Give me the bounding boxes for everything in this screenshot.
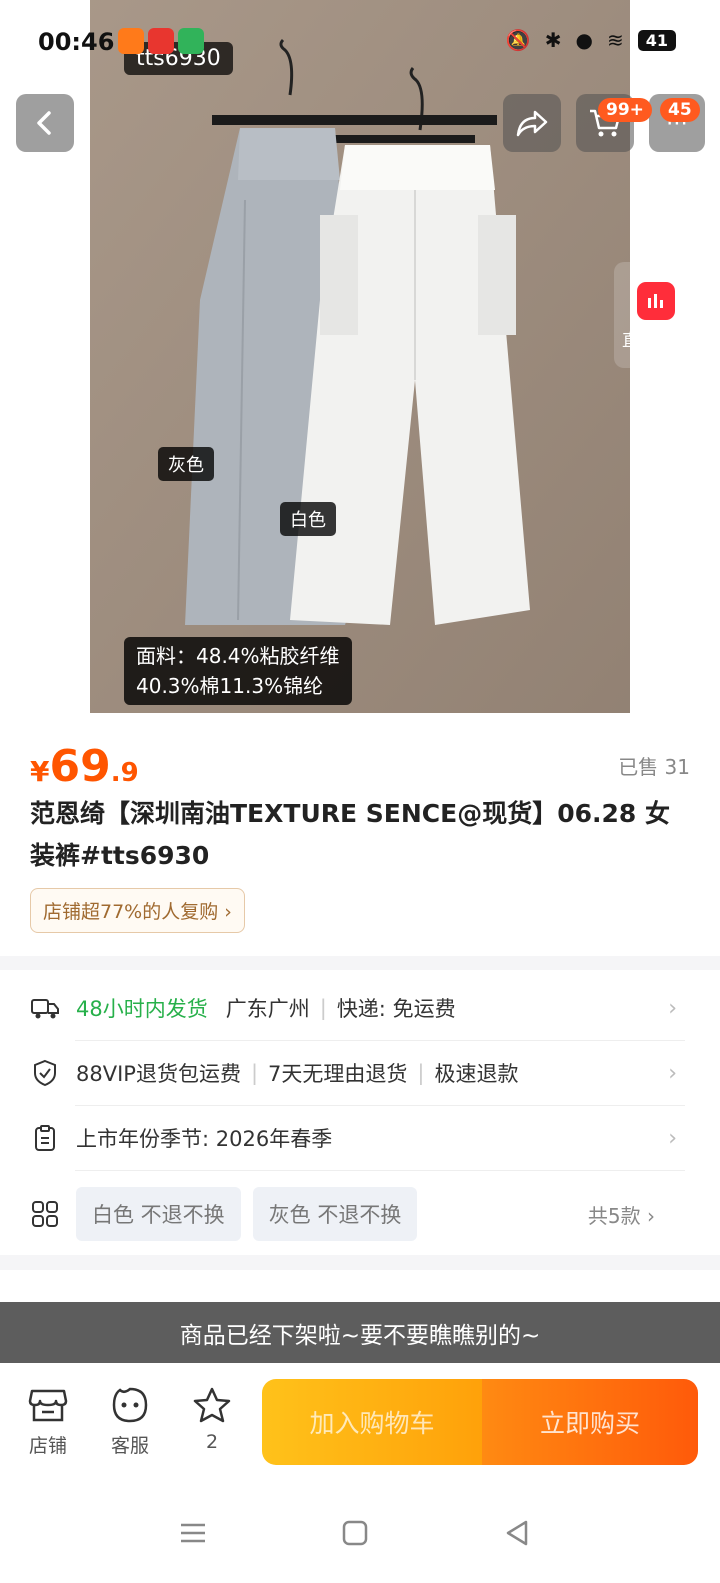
- chevron-left-icon: [37, 111, 51, 135]
- shop-label: 店铺: [28, 1435, 67, 1457]
- security-icon: [178, 28, 204, 54]
- chevron-right-icon: ›: [668, 1125, 677, 1151]
- add-to-cart-button[interactable]: 加入购物车: [262, 1379, 482, 1465]
- triangle-back-icon: [506, 1520, 528, 1546]
- color-label-white: 白色: [280, 502, 336, 536]
- system-navigation-bar: [0, 1483, 720, 1583]
- app-notification-icon: [118, 28, 144, 54]
- delisted-toast: 商品已经下架啦~要不要瞧瞧别的~: [0, 1302, 720, 1363]
- shipping-speed: 48小时内发货: [76, 997, 208, 1021]
- separator: |: [417, 1061, 425, 1085]
- location-icon: ●: [575, 28, 593, 52]
- weibo-icon: [148, 28, 174, 54]
- back-nav-button[interactable]: [492, 1508, 542, 1558]
- battery-icon: 41: [637, 29, 676, 51]
- fabric-line-1: 面料：48.4%粘胶纤维: [136, 644, 340, 668]
- fabric-line-2: 40.3%棉11.3%锦纶: [136, 674, 324, 698]
- home-nav-button[interactable]: [330, 1508, 380, 1558]
- buy-now-button[interactable]: 立即购买: [482, 1379, 698, 1465]
- status-indicators: 🔕 ✱ ● ≋ 41: [506, 28, 676, 52]
- clipboard-icon: [30, 1123, 60, 1153]
- star-icon: [182, 1385, 242, 1425]
- store-icon: [18, 1385, 78, 1425]
- customer-service-button[interactable]: 客服: [100, 1385, 160, 1458]
- shop-button[interactable]: 店铺: [18, 1385, 78, 1458]
- wifi-icon: ≋: [606, 28, 624, 52]
- live-explain-button[interactable]: 直播讲解: [614, 262, 698, 368]
- share-icon: [516, 110, 548, 137]
- live-explain-label: 直播讲解: [622, 331, 690, 351]
- square-icon: [342, 1520, 368, 1546]
- separator: |: [250, 1061, 259, 1085]
- price-integer: 69: [49, 741, 111, 792]
- product-title: 范恩绮【深圳南油TEXTURE SENCE@现货】06.28 女装裤#tts69…: [30, 799, 671, 870]
- divider: [75, 1170, 685, 1171]
- product-page: 00:46 🔕 ✱ ● ≋ 41 tts6930 99+ ⋯ 45 直播讲解 灰…: [0, 0, 720, 1583]
- shield-check-icon: [30, 1058, 60, 1088]
- back-button[interactable]: [16, 94, 74, 152]
- sold-count: 已售 31: [618, 755, 690, 779]
- returns-row[interactable]: 88VIP退货包运费 | 7天无理由退货 | 极速退款 ›: [30, 1041, 685, 1105]
- bottom-action-bar: 店铺 客服 2 加入购物车 立即购买: [0, 1363, 720, 1483]
- cart-count-badge: 99+: [598, 98, 652, 122]
- shipping-row[interactable]: 48小时内发货 广东广州 | 快递: 免运费 ›: [30, 976, 685, 1040]
- variant-chip-white[interactable]: 白色 不退不换: [76, 1187, 241, 1241]
- favorite-button[interactable]: 2: [182, 1385, 242, 1453]
- notification-icons: [118, 28, 204, 54]
- return-policy-7day: 7天无理由退货: [268, 1062, 408, 1086]
- truck-icon: [30, 993, 60, 1023]
- price: ¥69.9: [30, 741, 139, 792]
- live-icon: [637, 282, 675, 320]
- ship-from: 广东广州: [225, 997, 310, 1021]
- chat-face-icon: [100, 1385, 160, 1425]
- customer-service-label: 客服: [110, 1435, 149, 1457]
- menu-nav-button[interactable]: [168, 1508, 218, 1558]
- service-card: 48小时内发货 广东广州 | 快递: 免运费 › 88VIP退货包运费 | 7天…: [0, 970, 720, 1255]
- price-decimal: .9: [110, 758, 139, 788]
- variant-chip-gray[interactable]: 灰色 不退不换: [252, 1187, 418, 1241]
- repurchase-tag[interactable]: 店铺超77%的人复购 ›: [30, 888, 245, 933]
- status-time: 00:46: [38, 28, 115, 56]
- status-bar: 00:46 🔕 ✱ ● ≋ 41: [0, 0, 720, 80]
- return-policy-fast-refund: 极速退款: [434, 1062, 519, 1086]
- season-row[interactable]: 上市年份季节: 2026年春季 ›: [30, 1106, 685, 1170]
- product-image-gallery[interactable]: 00:46 🔕 ✱ ● ≋ 41 tts6930 99+ ⋯ 45 直播讲解 灰…: [0, 0, 720, 713]
- variant-total[interactable]: 共5款 ›: [588, 1200, 655, 1229]
- message-count-badge: 45: [660, 98, 700, 122]
- separator: |: [319, 996, 327, 1020]
- color-label-gray: 灰色: [158, 447, 214, 481]
- grid-icon: [30, 1199, 60, 1229]
- price-symbol: ¥: [30, 755, 50, 788]
- return-policy-88vip: 88VIP退货包运费: [76, 1062, 241, 1086]
- bluetooth-icon: ✱: [544, 28, 562, 52]
- hamburger-icon: [181, 1523, 205, 1543]
- chevron-right-icon: ›: [668, 995, 677, 1021]
- delivery-fee: 快递: 免运费: [336, 997, 456, 1021]
- product-info-card: ¥69.9 已售 31 范恩绮【深圳南油TEXTURE SENCE@现货】06.…: [0, 713, 720, 956]
- variant-row[interactable]: 白色 不退不换 灰色 不退不换 共5款 ›: [30, 1182, 685, 1246]
- share-button[interactable]: [503, 94, 561, 152]
- release-season: 上市年份季节: 2026年春季: [76, 1127, 333, 1151]
- mute-icon: 🔕: [505, 28, 531, 52]
- favorite-count: 2: [205, 1431, 219, 1453]
- chevron-right-icon: ›: [668, 1060, 677, 1086]
- fabric-composition: 面料：48.4%粘胶纤维 40.3%棉11.3%锦纶: [124, 637, 352, 705]
